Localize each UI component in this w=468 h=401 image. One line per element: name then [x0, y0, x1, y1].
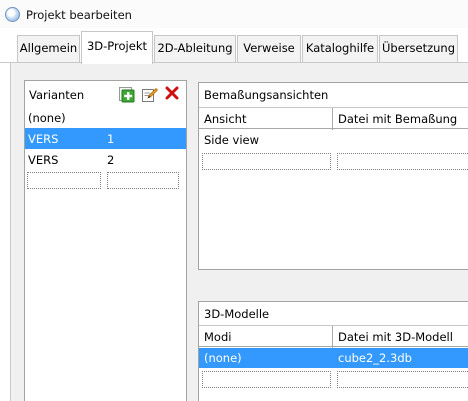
column-datei-mit-bemassung[interactable]: Datei mit Bemaßung	[338, 112, 457, 126]
new-model-mode-cell[interactable]	[202, 371, 331, 388]
tab-uebersetzung[interactable]: Übersetzung	[379, 35, 458, 62]
column-modi[interactable]: Modi	[204, 330, 231, 344]
column-datei-mit-3d-modell[interactable]: Datei mit 3D-Modell	[338, 330, 453, 344]
variant-number: 1	[107, 132, 115, 146]
dimension-views-column-header: Ansicht Datei mit Bemaßung	[199, 107, 468, 130]
column-ansicht[interactable]: Ansicht	[204, 112, 246, 126]
title-bar: Projekt bearbeiten	[0, 0, 468, 28]
column-divider[interactable]	[332, 326, 333, 348]
delete-variant-icon[interactable]	[165, 86, 179, 100]
variant-row-selected[interactable]: VERS 1	[25, 128, 186, 149]
variant-number: 2	[107, 153, 115, 167]
tab-3d-projekt[interactable]: 3D-Projekt	[81, 31, 153, 64]
variant-name: VERS	[28, 153, 59, 167]
app-icon	[5, 7, 20, 22]
variant-name: (none)	[28, 111, 66, 125]
new-variant-name-cell[interactable]	[27, 172, 101, 189]
add-variant-icon[interactable]	[119, 87, 135, 103]
new-model-file-cell[interactable]	[337, 371, 468, 388]
models-column-header: Modi Datei mit 3D-Modell	[199, 325, 468, 348]
new-view-file-cell[interactable]	[337, 153, 468, 170]
model-mode: (none)	[204, 351, 242, 365]
edit-variant-icon[interactable]	[142, 86, 158, 102]
new-view-name-cell[interactable]	[202, 153, 331, 170]
tab-kataloghilfe[interactable]: Kataloghilfe	[302, 35, 378, 62]
tab-2d-ableitung[interactable]: 2D-Ableitung	[154, 35, 236, 62]
new-variant-number-cell[interactable]	[107, 172, 179, 189]
column-divider[interactable]	[332, 108, 333, 130]
dimension-views-header: Bemaßungsansichten	[204, 88, 329, 102]
tab-verweise[interactable]: Verweise	[237, 35, 301, 62]
tab-allgemein[interactable]: Allgemein	[17, 35, 80, 62]
variant-name: VERS	[28, 132, 59, 146]
model-row-selected[interactable]: (none) cube2_2.3db	[199, 348, 468, 368]
models-header: 3D-Modelle	[204, 307, 270, 321]
variant-row[interactable]: (none)	[25, 107, 186, 128]
window-title: Projekt bearbeiten	[26, 8, 132, 22]
variants-header: Varianten	[29, 88, 85, 102]
dimension-view-name[interactable]: Side view	[204, 133, 259, 147]
model-file: cube2_2.3db	[338, 351, 412, 365]
variant-row[interactable]: VERS 2	[25, 149, 186, 170]
